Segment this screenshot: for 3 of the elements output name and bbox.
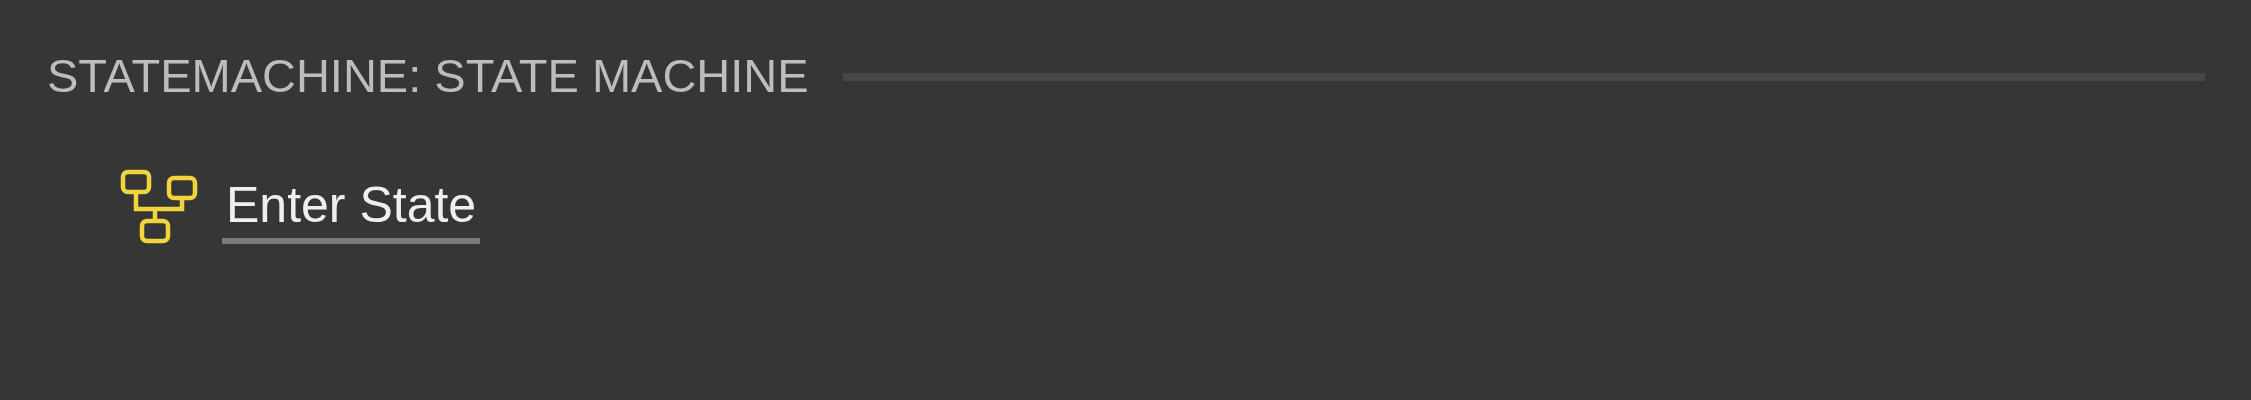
section-title: STATEMACHINE: STATE MACHINE <box>47 48 809 103</box>
enter-state-link[interactable]: Enter State <box>222 176 481 244</box>
hierarchy-icon <box>120 169 198 245</box>
